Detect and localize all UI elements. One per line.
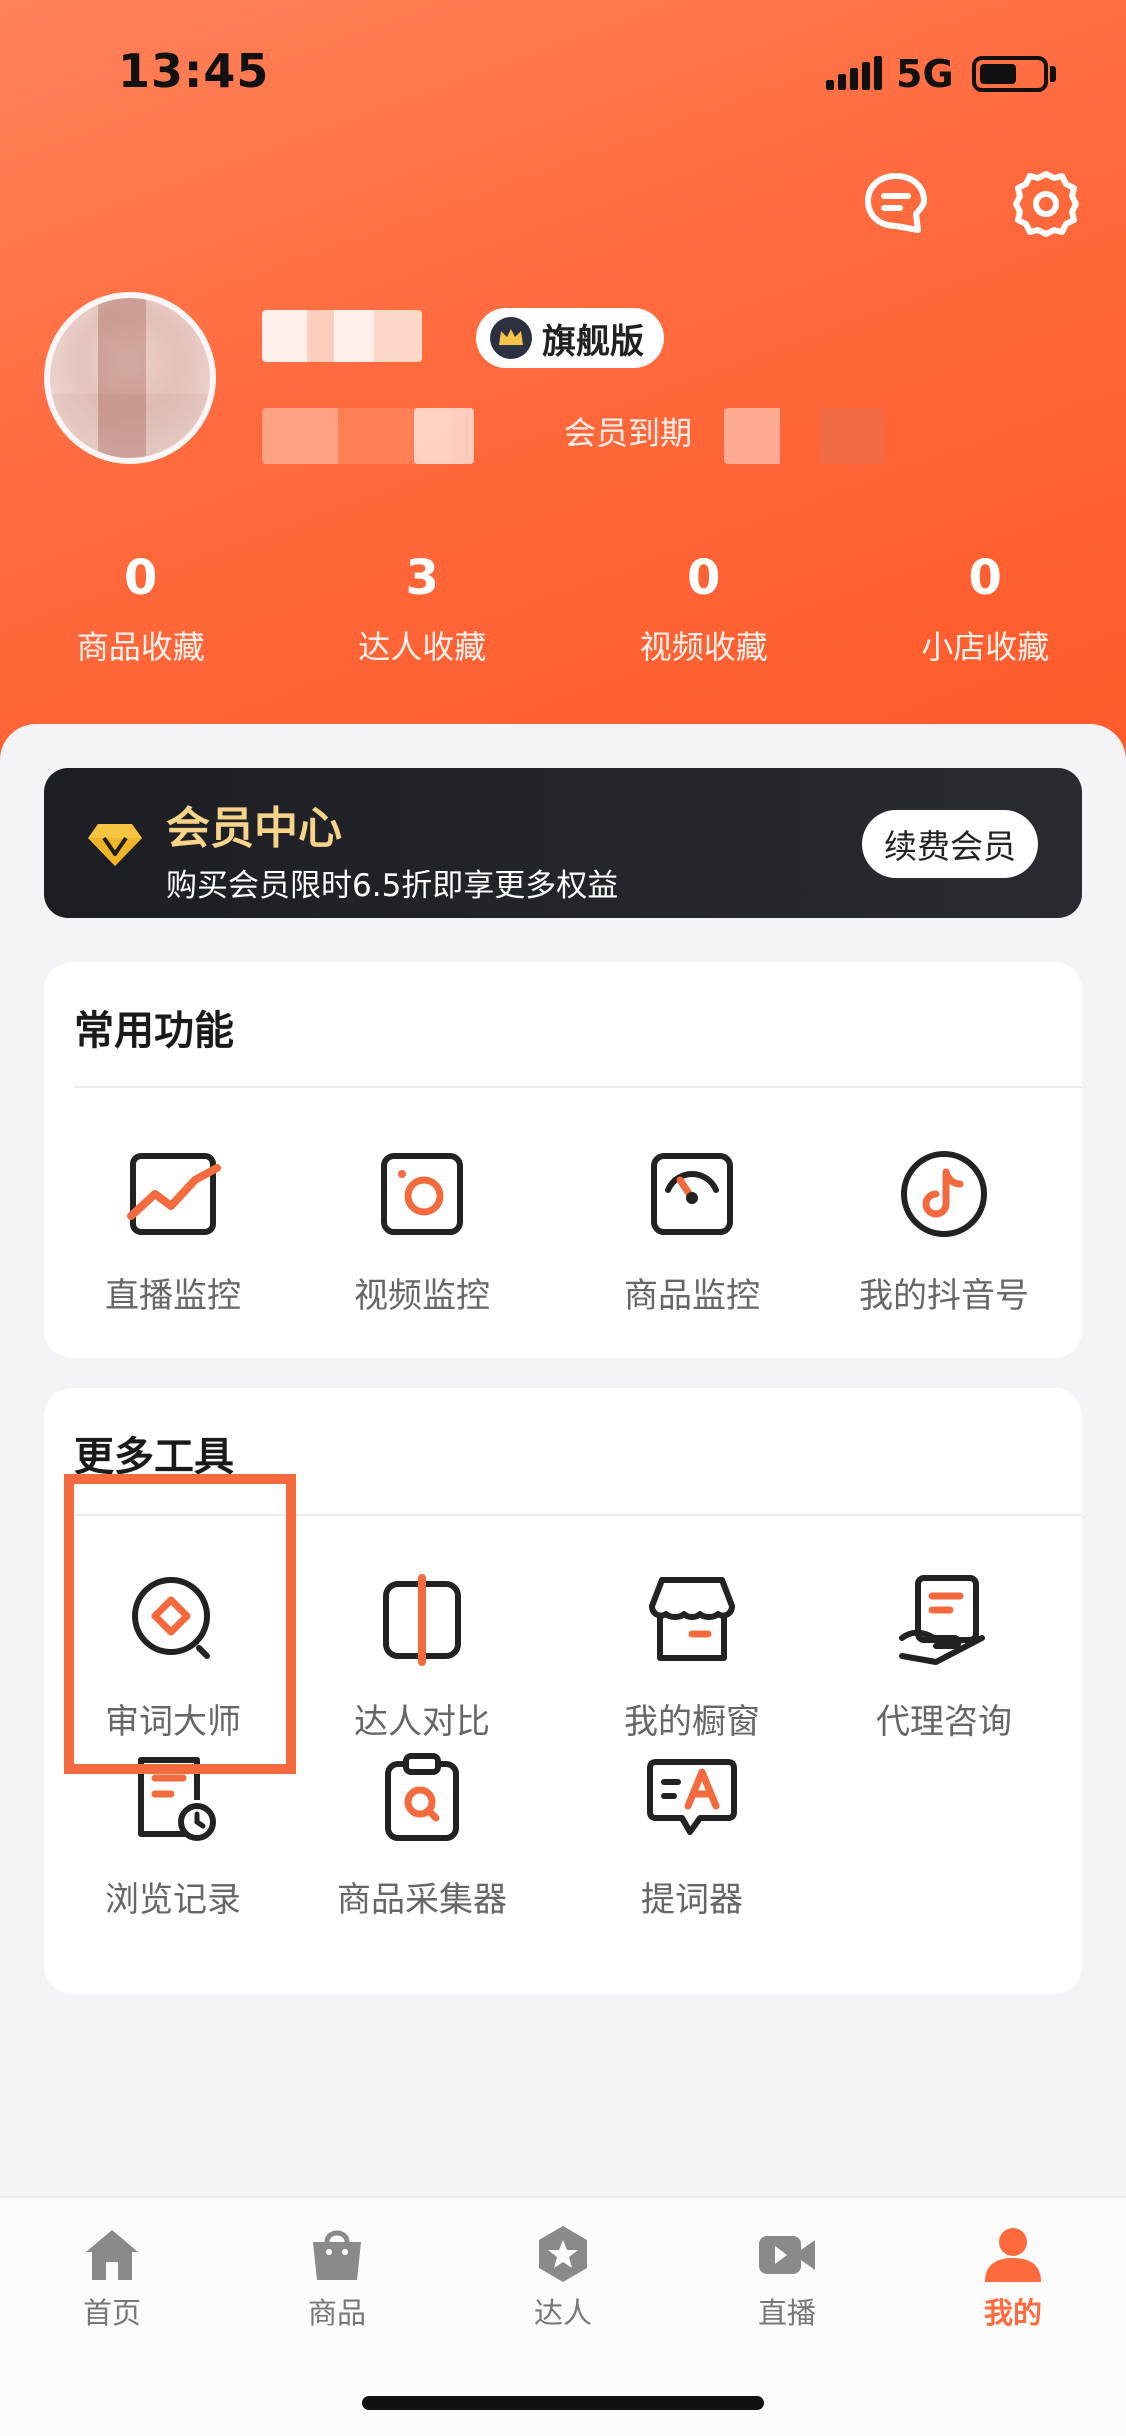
stat-value: 3 [405, 550, 439, 606]
video-monitor-icon [381, 1153, 463, 1235]
tool-label: 直播监控 [105, 1276, 241, 1316]
tab-label: 达人 [533, 2296, 592, 2330]
stat-product-favorites[interactable]: 0 商品收藏 [0, 548, 282, 668]
settings-icon[interactable] [1010, 168, 1082, 240]
home-icon [86, 2230, 138, 2280]
compare-icon [383, 1574, 461, 1666]
teleprompter-icon [647, 1759, 737, 1835]
tool-label: 达人对比 [354, 1702, 490, 1742]
stat-label: 达人收藏 [358, 628, 487, 666]
network-type: 5G [896, 52, 954, 96]
account-id-blurred-2 [414, 408, 474, 464]
tool-label: 浏览记录 [105, 1880, 241, 1920]
agent-consult-icon [899, 1575, 985, 1665]
diamond-icon [88, 824, 142, 866]
tab-influencers[interactable]: 达人 [488, 2222, 638, 2332]
stat-influencer-favorites[interactable]: 3 达人收藏 [282, 548, 564, 668]
tab-mine[interactable]: 我的 [938, 2222, 1088, 2332]
tool-history[interactable]: 浏览记录 [43, 1750, 303, 1921]
stat-value: 0 [687, 550, 721, 606]
renew-membership-button[interactable]: 续费会员 [862, 810, 1038, 878]
expiry-date-blurred [724, 408, 884, 464]
tool-label: 代理咨询 [876, 1702, 1012, 1742]
common-functions-card: 常用功能 直播监控 视频监控 商品监控 我的抖音号 [44, 962, 1082, 1358]
tool-agent-consult[interactable]: 代理咨询 [814, 1572, 1074, 1743]
product-monitor-icon [651, 1153, 733, 1235]
vip-center-subtitle: 购买会员限时6.5折即享更多权益 [166, 868, 619, 904]
battery-cap [1050, 66, 1056, 82]
highlight-annotation-box [64, 1474, 296, 1774]
tool-my-douyin[interactable]: 我的抖音号 [814, 1146, 1074, 1317]
douyin-icon [901, 1151, 987, 1237]
tool-live-monitor[interactable]: 直播监控 [43, 1146, 303, 1317]
collector-icon [385, 1753, 459, 1841]
home-indicator [362, 2396, 764, 2410]
stat-label: 小店收藏 [921, 628, 1050, 666]
tool-video-monitor[interactable]: 视频监控 [292, 1146, 552, 1317]
tool-teleprompter[interactable]: 提词器 [562, 1750, 822, 1921]
crown-icon [490, 317, 532, 359]
vip-level-badge: 旗舰版 [476, 308, 664, 368]
battery-icon [972, 56, 1048, 92]
tool-label: 我的橱窗 [624, 1702, 760, 1742]
vip-badge-label: 旗舰版 [542, 321, 644, 362]
tab-label: 首页 [82, 2296, 141, 2330]
tool-shop-window[interactable]: 我的橱窗 [562, 1572, 822, 1743]
vip-center-banner[interactable]: 会员中心 购买会员限时6.5折即享更多权益 续费会员 [44, 768, 1082, 918]
membership-expiry-label: 会员到期 [564, 414, 693, 452]
tool-label: 商品采集器 [337, 1880, 507, 1920]
stat-label: 商品收藏 [76, 628, 205, 666]
divider [74, 1086, 1082, 1088]
stat-shop-favorites[interactable]: 0 小店收藏 [845, 548, 1126, 668]
tool-label: 视频监控 [354, 1276, 490, 1316]
tool-label: 提词器 [641, 1880, 743, 1920]
tab-products[interactable]: 商品 [262, 2222, 412, 2332]
stat-value: 0 [968, 550, 1002, 606]
tool-collector[interactable]: 商品采集器 [292, 1750, 552, 1921]
stat-value: 0 [124, 550, 158, 606]
stat-label: 视频收藏 [639, 628, 768, 666]
status-bar: 13:45 5G [0, 0, 1126, 140]
star-icon [539, 2226, 587, 2282]
vip-center-title: 会员中心 [166, 803, 342, 854]
tab-label: 商品 [307, 2296, 366, 2330]
username-blurred [262, 310, 422, 362]
tool-label: 商品监控 [624, 1276, 760, 1316]
bag-icon [313, 2230, 361, 2280]
shop-window-icon [649, 1577, 735, 1661]
tab-label: 直播 [757, 2296, 816, 2330]
signal-icon [826, 56, 882, 90]
tool-product-monitor[interactable]: 商品监控 [562, 1146, 822, 1317]
favorites-stats: 0 商品收藏 3 达人收藏 0 视频收藏 0 小店收藏 [0, 548, 1126, 668]
video-camera-icon [759, 2236, 815, 2274]
live-monitor-icon [127, 1153, 221, 1235]
user-icon [985, 2228, 1041, 2282]
tool-label: 我的抖音号 [859, 1276, 1029, 1316]
message-icon[interactable] [860, 168, 932, 240]
avatar[interactable] [44, 292, 216, 464]
stat-video-favorites[interactable]: 0 视频收藏 [563, 548, 845, 668]
status-time: 13:45 [118, 44, 270, 98]
section-title: 常用功能 [74, 1008, 234, 1054]
tab-home[interactable]: 首页 [37, 2222, 187, 2332]
tab-label: 我的 [983, 2296, 1042, 2330]
tool-compare[interactable]: 达人对比 [292, 1572, 552, 1743]
tab-live[interactable]: 直播 [712, 2222, 862, 2332]
